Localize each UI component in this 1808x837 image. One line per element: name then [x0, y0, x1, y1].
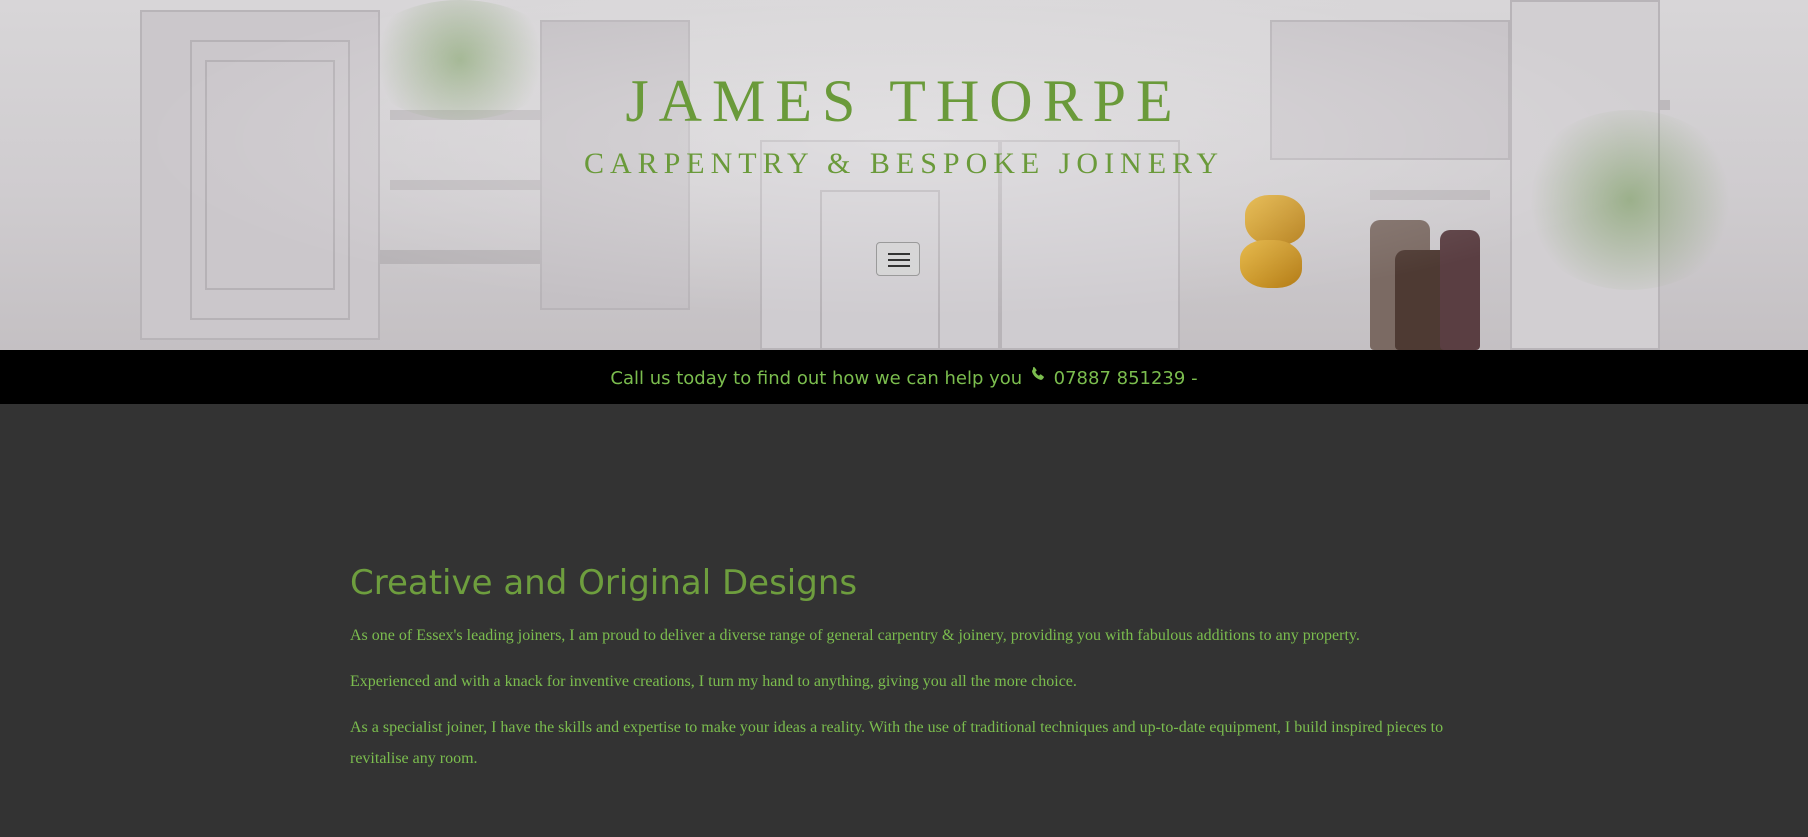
phone-number-link[interactable]: 07887 851239	[1054, 368, 1186, 389]
logo-title[interactable]: JAMES THORPE	[0, 66, 1808, 136]
menu-toggle-button[interactable]	[876, 242, 920, 276]
logo-subtitle: CARPENTRY & BESPOKE JOINERY	[583, 147, 1225, 180]
call-trailing-dash: -	[1191, 368, 1198, 389]
call-bar: Call us today to find out how we can hel…	[0, 350, 1808, 404]
hero-banner: JAMES THORPE CARPENTRY & BESPOKE JOINERY	[0, 0, 1808, 350]
intro-paragraph-3: As a specialist joiner, I have the skill…	[350, 719, 1444, 767]
intro-paragraph-1: As one of Essex's leading joiners, I am …	[350, 627, 1360, 644]
section-heading: Creative and Original Designs	[350, 563, 858, 603]
main-content: Creative and Original Designs As one of …	[350, 560, 1460, 789]
phone-icon	[1030, 350, 1046, 404]
call-text: Call us today to find out how we can hel…	[610, 368, 1023, 389]
intro-paragraph-2: Experienced and with a knack for inventi…	[350, 673, 1077, 690]
